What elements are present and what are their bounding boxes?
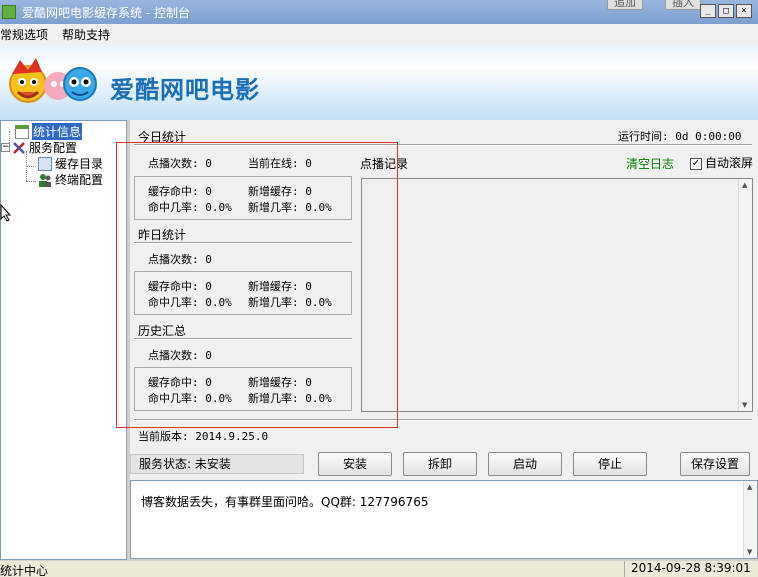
close-icon[interactable]: ×: [736, 4, 752, 18]
tree-item-terminal-config[interactable]: 终端配置: [38, 171, 103, 188]
history-stats-title: 历史汇总: [138, 324, 187, 338]
tree-item-terminal-config-label: 终端配置: [55, 173, 104, 187]
background-append-button[interactable]: 追加: [607, 0, 643, 10]
autoscroll-label: 自动滚屏: [705, 156, 754, 170]
today-new-cache: 新增缓存: 0: [248, 185, 312, 198]
history-plays: 点播次数: 0: [148, 349, 212, 362]
yesterday-new-cache: 新增缓存: 0: [248, 280, 312, 293]
clear-log-link[interactable]: 清空日志: [626, 155, 674, 172]
save-settings-button[interactable]: 保存设置: [680, 452, 750, 476]
runtime-label: 运行时间: 0d 0:00:00: [618, 130, 742, 143]
status-bar: 统计中心 2014-09-28 8:39:01: [0, 561, 758, 577]
window-controls: _ □ ×: [700, 4, 752, 18]
stop-button[interactable]: 停止: [573, 452, 647, 476]
tree-item-statistics[interactable]: 统计信息: [15, 123, 83, 140]
app-icon: [2, 5, 16, 19]
maximize-icon[interactable]: □: [718, 4, 734, 18]
scroll-down-icon[interactable]: ▼: [742, 401, 747, 409]
users-icon: [38, 173, 52, 187]
statistics-icon: [15, 124, 29, 139]
history-hit-rate: 命中几率: 0.0%: [148, 392, 232, 405]
message-text: 博客数据丢失，有事群里面问哈。QQ群: 127796765: [141, 495, 429, 509]
banner: 爱酷网吧电影: [0, 44, 758, 120]
yesterday-hit-rate: 命中几率: 0.0%: [148, 296, 232, 309]
play-log-title: 点播记录: [360, 157, 409, 171]
service-status: 服务状态: 未安装: [130, 454, 304, 474]
tree-item-service-config-label: 服务配置: [29, 141, 78, 155]
history-cache-box: 缓存命中: 0 新增缓存: 0 命中几率: 0.0% 新增几率: 0.0%: [134, 367, 352, 411]
mascot-logo-icon: [9, 58, 97, 103]
minimize-icon[interactable]: _: [700, 4, 716, 18]
title-bar: 爱酷网吧电影缓存系统 - 控制台 追加 插入 _ □ ×: [0, 0, 758, 24]
today-cache-box: 缓存命中: 0 新增缓存: 0 命中几率: 0.0% 新增几率: 0.0%: [134, 176, 352, 220]
scroll-up-icon[interactable]: ▲: [747, 483, 752, 491]
menu-help-support[interactable]: 帮助支持: [62, 26, 110, 43]
yesterday-cache-box: 缓存命中: 0 新增缓存: 0 命中几率: 0.0% 新增几率: 0.0%: [134, 271, 352, 315]
tree-item-cache-directory-label: 缓存目录: [55, 157, 104, 171]
history-new-rate: 新增几率: 0.0%: [248, 392, 332, 405]
start-button[interactable]: 启动: [488, 452, 562, 476]
today-cache-hit: 缓存命中: 0: [148, 185, 212, 198]
service-bar: 服务状态: 未安装 安装 拆卸 启动 停止 保存设置: [130, 450, 758, 480]
play-log-list[interactable]: ▲ ▼: [361, 178, 753, 412]
scroll-up-icon[interactable]: ▲: [742, 181, 747, 189]
yesterday-stats-title: 昨日统计: [138, 228, 187, 242]
today-new-rate: 新增几率: 0.0%: [248, 201, 332, 214]
yesterday-cache-hit: 缓存命中: 0: [148, 280, 212, 293]
autoscroll-checkbox[interactable]: ✓ 自动滚屏: [690, 154, 753, 171]
today-stats-title: 今日统计: [138, 130, 187, 144]
brand-title: 爱酷网吧电影: [110, 76, 260, 104]
menu-general-options[interactable]: 常规选项: [0, 26, 48, 43]
mouse-cursor-icon: [0, 204, 12, 222]
statistics-panel: 今日统计 运行时间: 0d 0:00:00 点播次数: 0 当前在线: 0 缓存…: [130, 120, 758, 478]
message-area[interactable]: 博客数据丢失，有事群里面问哈。QQ群: 127796765 ▲ ▼: [130, 480, 758, 559]
install-button[interactable]: 安装: [318, 452, 392, 476]
message-scrollbar[interactable]: ▲ ▼: [743, 481, 757, 558]
status-datetime: 2014-09-28 8:39:01: [624, 561, 758, 577]
status-left: 统计中心: [0, 564, 49, 577]
collapse-icon[interactable]: −: [1, 143, 10, 152]
history-cache-hit: 缓存命中: 0: [148, 376, 212, 389]
tree-item-service-config[interactable]: − 服务配置: [1, 139, 77, 156]
yesterday-plays: 点播次数: 0: [148, 253, 212, 266]
tree-item-cache-directory[interactable]: 缓存目录: [38, 155, 103, 172]
version-label: 当前版本: 2014.9.25.0: [138, 430, 269, 443]
background-insert-button[interactable]: 插入: [665, 0, 701, 10]
tree-item-statistics-label: 统计信息: [32, 123, 83, 140]
navigation-tree: 统计信息 − 服务配置 缓存目录 终端配置: [0, 120, 127, 560]
history-new-cache: 新增缓存: 0: [248, 376, 312, 389]
menu-bar: 常规选项 帮助支持: [0, 24, 758, 44]
yesterday-new-rate: 新增几率: 0.0%: [248, 296, 332, 309]
today-plays: 点播次数: 0: [148, 157, 212, 170]
tools-icon: [12, 141, 26, 155]
log-scrollbar[interactable]: ▲ ▼: [738, 179, 752, 411]
window-title: 爱酷网吧电影缓存系统 - 控制台: [22, 5, 190, 20]
checkbox-checked-icon[interactable]: ✓: [690, 157, 702, 170]
uninstall-button[interactable]: 拆卸: [403, 452, 477, 476]
today-online: 当前在线: 0: [248, 157, 312, 170]
today-hit-rate: 命中几率: 0.0%: [148, 201, 232, 214]
folder-icon: [38, 156, 52, 171]
scroll-down-icon[interactable]: ▼: [747, 548, 752, 556]
